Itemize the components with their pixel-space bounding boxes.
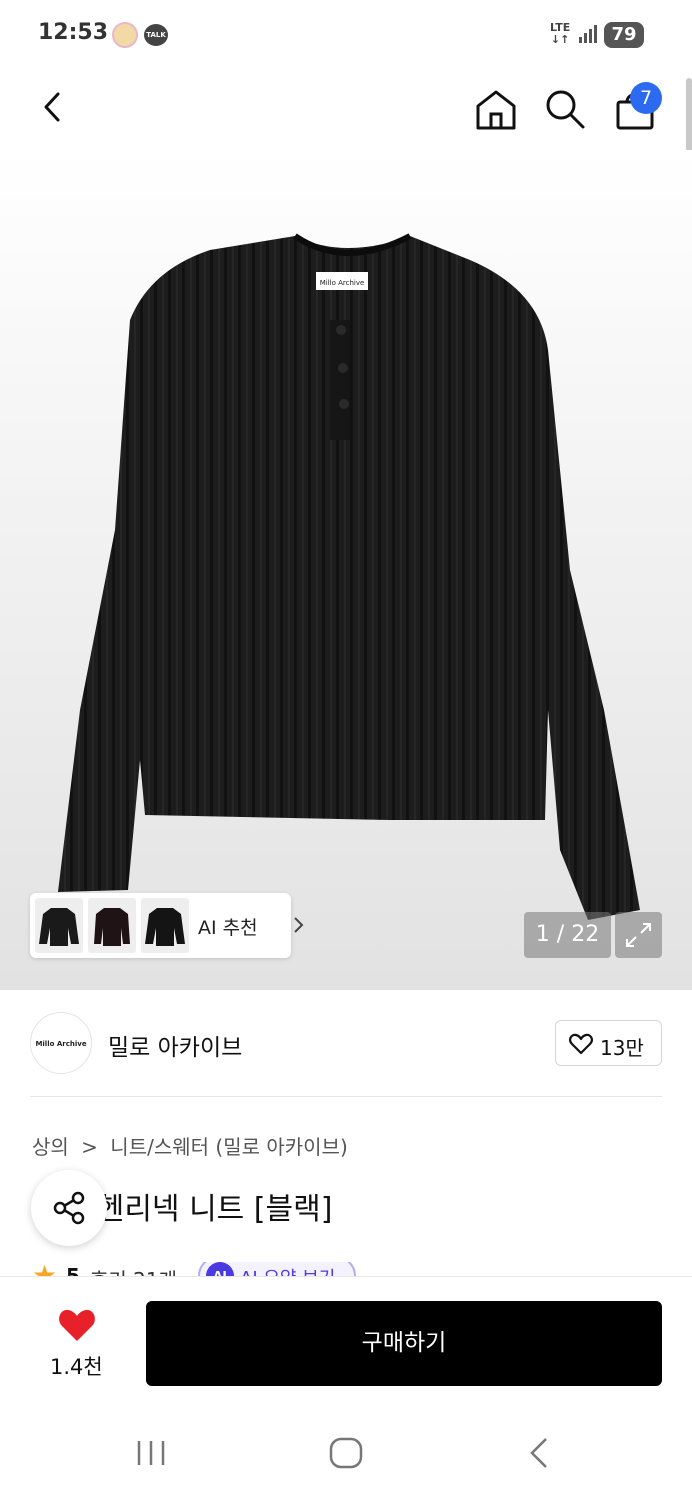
- kakaotalk-icon: TALK: [144, 24, 168, 46]
- ai-badge-icon: AI: [206, 1262, 234, 1276]
- heart-outline-icon: [569, 1033, 593, 1055]
- expand-icon[interactable]: [615, 912, 662, 958]
- breadcrumb-subcategory[interactable]: 니트/스웨터 (밀로 아카이브): [110, 1135, 347, 1159]
- purchase-bar: 1.4천 구매하기: [0, 1276, 692, 1396]
- back-arrow-icon[interactable]: [32, 84, 78, 130]
- lte-indicator: LTE ↓↑: [550, 21, 571, 46]
- rating-row: ★ 5 후기 21개 AI AI 요약 보기: [32, 1262, 672, 1276]
- product-image[interactable]: Millo Archive: [0, 150, 692, 990]
- status-time: 12:53: [38, 20, 109, 45]
- breadcrumb: 상의 > 니트/스웨터 (밀로 아카이브): [32, 1131, 354, 1160]
- system-back-icon[interactable]: [524, 1436, 554, 1470]
- share-icon: [53, 1191, 85, 1225]
- chevron-right-icon: [294, 917, 304, 933]
- home-button-icon[interactable]: [326, 1436, 366, 1470]
- ai-recommend-thumbnail[interactable]: [88, 898, 136, 953]
- ai-summary-button[interactable]: AI AI 요약 보기: [198, 1262, 356, 1276]
- rating-score: 5: [66, 1264, 80, 1276]
- brand-name[interactable]: 밀로 아카이브: [108, 1028, 242, 1062]
- star-icon: ★: [32, 1262, 57, 1276]
- breadcrumb-separator: >: [81, 1135, 98, 1159]
- buy-button[interactable]: 구매하기: [146, 1301, 662, 1386]
- battery-indicator: 79: [604, 22, 644, 48]
- signal-icon: [579, 25, 597, 43]
- top-navigation: [0, 70, 692, 150]
- brand-logo[interactable]: Millo Archive: [30, 1012, 92, 1074]
- recent-apps-icon[interactable]: [133, 1438, 169, 1468]
- favorite-count: 1.4천: [50, 1355, 103, 1379]
- system-navigation-bar: [0, 1400, 692, 1500]
- divider: [30, 1096, 662, 1097]
- status-bar: 12:53 TALK LTE ↓↑ 79: [0, 0, 692, 70]
- ai-recommend-strip[interactable]: AI 추천: [30, 893, 304, 958]
- ai-summary-label: AI 요약 보기: [240, 1264, 335, 1276]
- emoji-notification-icon: [112, 22, 138, 48]
- ai-recommend-thumbnail[interactable]: [35, 898, 83, 953]
- ai-recommend-thumbnail[interactable]: [141, 898, 189, 953]
- ai-recommend-label: AI 추천: [198, 917, 258, 939]
- cart-count-badge: 7: [630, 82, 662, 114]
- lte-label: LTE: [550, 21, 571, 34]
- brand-like-button[interactable]: 13만: [555, 1020, 662, 1066]
- sweater-illustration: Millo Archive: [58, 233, 640, 920]
- review-count[interactable]: 후기 21개: [90, 1264, 177, 1276]
- image-counter: 1 / 22: [524, 912, 611, 958]
- heart-filled-icon[interactable]: [57, 1307, 97, 1343]
- garment-label: Millo Archive: [320, 279, 365, 287]
- search-icon[interactable]: [540, 84, 590, 134]
- brand-like-count: 13만: [600, 1036, 644, 1060]
- home-icon[interactable]: [470, 84, 522, 134]
- brand-row: Millo Archive 밀로 아카이브 13만: [0, 990, 692, 1098]
- breadcrumb-category[interactable]: 상의: [32, 1135, 69, 1159]
- share-button[interactable]: [31, 1170, 107, 1246]
